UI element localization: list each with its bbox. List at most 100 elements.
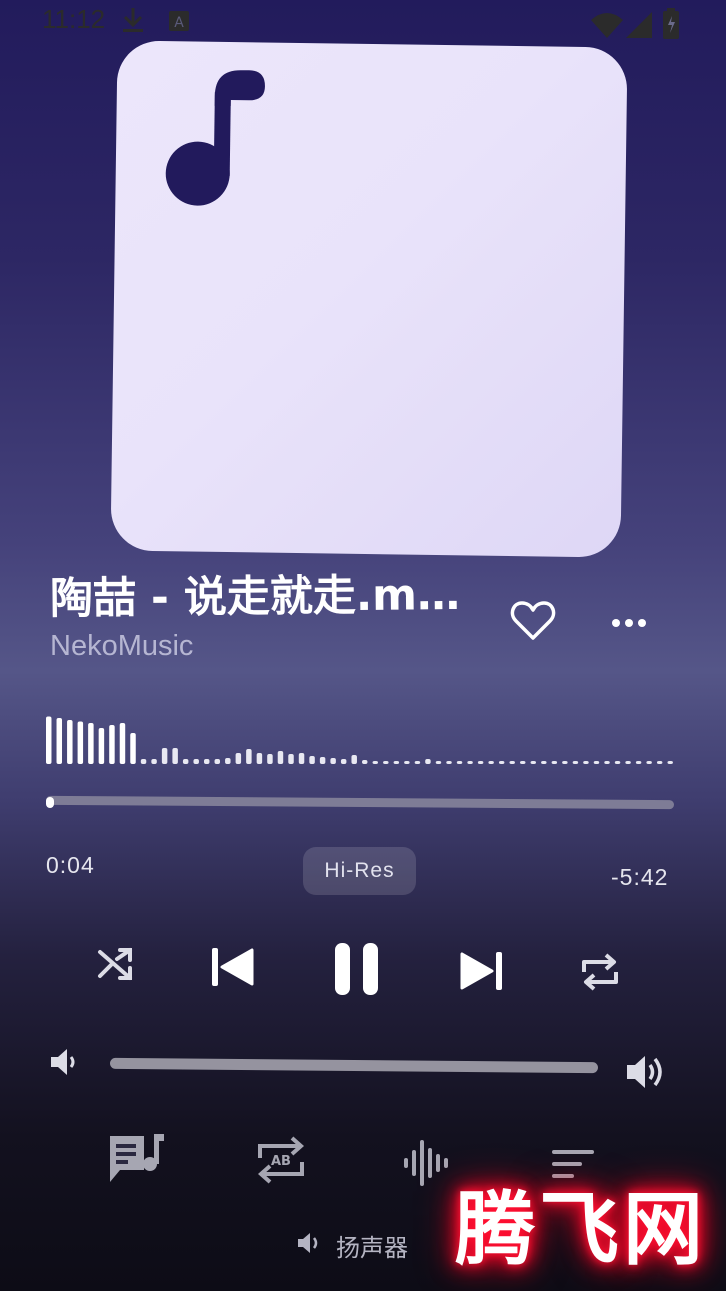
waveform-bar: [330, 758, 336, 764]
ab-repeat-icon: AB: [254, 1136, 308, 1190]
notification-a-icon: A: [168, 10, 190, 36]
waveform-bar: [362, 760, 368, 764]
speaker-icon: [296, 1230, 324, 1260]
svg-text:AB: AB: [271, 1154, 291, 1169]
repeat-button[interactable]: [578, 950, 622, 994]
waveform-bar: [98, 728, 105, 764]
volume-slider[interactable]: [109, 1057, 599, 1074]
waveform-bar: [182, 759, 189, 764]
volume-high-icon: [624, 1056, 668, 1096]
waveform-bar: [530, 761, 537, 764]
volume-high-button[interactable]: [624, 1052, 668, 1092]
waveform-bar: [425, 759, 431, 764]
waveform-bar: [477, 761, 484, 764]
waveform-bar: [393, 761, 400, 764]
waveform-bar: [635, 761, 642, 764]
waveform-bar: [67, 720, 73, 764]
song-title: 陶喆 - 说走就走.m…: [49, 569, 461, 625]
album-artwork: [110, 40, 628, 558]
waveform-bar: [151, 759, 157, 764]
waveform-bar: [161, 748, 168, 764]
waveform-bar: [646, 761, 652, 764]
waveform-bar: [467, 761, 473, 764]
waveform-bar: [46, 716, 52, 764]
waveform-bar: [551, 761, 558, 764]
waveform-bar: [541, 761, 547, 764]
waveform-bar: [140, 759, 147, 764]
next-button[interactable]: [458, 948, 506, 994]
waveform-bar: [225, 758, 231, 764]
waveform-bar: [446, 761, 452, 764]
waveform-bar: [593, 761, 600, 764]
ab-repeat-button[interactable]: AB: [254, 1134, 308, 1186]
lyrics-button[interactable]: [106, 1128, 168, 1186]
waveform-visualizer[interactable]: [46, 706, 678, 774]
equalizer-button[interactable]: [402, 1136, 454, 1188]
favorite-button[interactable]: [510, 600, 556, 642]
volume-low-icon: [48, 1049, 80, 1082]
status-time: 11:12: [42, 4, 106, 34]
waveform-bar: [214, 759, 221, 764]
waveform-bar: [267, 754, 273, 764]
waveform-bar: [319, 757, 326, 764]
elapsed-time: 0:04: [46, 852, 95, 878]
waveform-bar: [488, 761, 494, 764]
play-pause-button[interactable]: [332, 940, 382, 998]
wifi-icon: [590, 12, 624, 42]
waveform-bar: [193, 759, 199, 764]
waveform-bar: [456, 761, 463, 764]
pause-icon: [332, 943, 382, 1002]
waveform-bar: [130, 733, 136, 764]
repeat-icon: [578, 953, 622, 998]
waveform-bar: [109, 725, 115, 764]
waveform-bar: [572, 761, 579, 764]
waveform-bar: [172, 748, 178, 764]
signal-icon: [626, 12, 652, 42]
waveform-bar: [277, 751, 284, 764]
waveform-bar: [583, 761, 589, 764]
volume-low-button[interactable]: [48, 1046, 80, 1078]
waveform-bar: [56, 718, 63, 764]
remaining-time: -5:42: [611, 864, 669, 890]
seek-bar[interactable]: [45, 793, 676, 810]
previous-button[interactable]: [208, 944, 256, 990]
waveform-bar: [562, 761, 568, 764]
equalizer-icon: [402, 1140, 454, 1192]
waveform-bar: [667, 761, 673, 764]
player-screen: 11:12 A 陶喆 - 说走就走.m… NekoMusic 0:04 Hi-R…: [0, 0, 726, 1291]
more-button[interactable]: [606, 608, 652, 638]
waveform-bar: [309, 756, 315, 764]
waveform-bar: [604, 761, 610, 764]
output-device-label: 扬声器: [336, 1234, 408, 1262]
waveform-bar: [88, 723, 94, 764]
waveform-bar: [340, 759, 347, 764]
waveform-bar: [288, 754, 294, 764]
watermark-logo: 腾飞网: [455, 1182, 707, 1276]
skip-previous-icon: [208, 948, 256, 994]
shuffle-button[interactable]: [96, 944, 136, 984]
waveform-bar: [351, 755, 357, 764]
more-horizontal-icon: [606, 619, 652, 642]
shuffle-icon: [96, 948, 136, 988]
waveform-bar: [656, 761, 663, 764]
waveform-bar: [298, 753, 305, 764]
download-icon: [120, 6, 146, 38]
waveform-bar: [435, 761, 442, 764]
waveform-bar: [625, 761, 631, 764]
skip-next-icon: [458, 952, 506, 998]
waveform-bar: [414, 761, 421, 764]
hi-res-badge[interactable]: Hi-Res: [303, 847, 416, 895]
waveform-bar: [509, 761, 515, 764]
waveform-bar: [520, 761, 526, 764]
waveform-bar: [383, 761, 389, 764]
seek-progress: [46, 797, 54, 808]
waveform-bar: [235, 753, 242, 764]
waveform-bar: [119, 723, 126, 764]
waveform-bar: [498, 761, 505, 764]
waveform-bar: [614, 761, 621, 764]
seek-track: [45, 795, 675, 810]
waveform-bar: [404, 761, 410, 764]
song-artist[interactable]: NekoMusic: [50, 630, 193, 663]
lyrics-icon: [106, 1134, 168, 1190]
waveform-bar: [77, 721, 84, 764]
